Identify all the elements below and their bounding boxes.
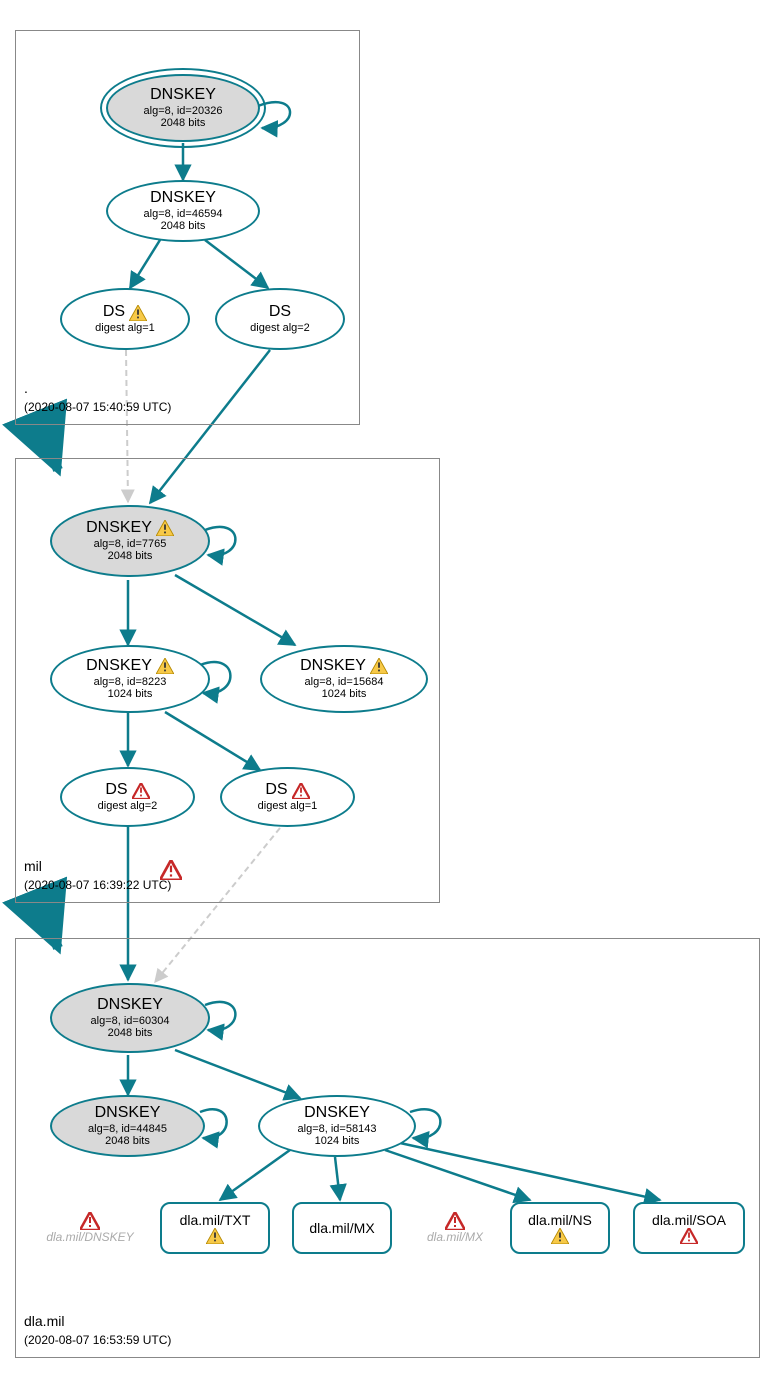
node-title: DNSKEY (86, 657, 174, 675)
node-root-ksk[interactable]: DNSKEY alg=8, id=20326 2048 bits (106, 74, 260, 142)
node-sub1: alg=8, id=7765 (94, 538, 167, 551)
node-rr-txt[interactable]: dla.mil/TXT (160, 1202, 270, 1254)
node-title: DS (265, 781, 309, 799)
node-sub1: alg=8, id=58143 (298, 1123, 377, 1136)
node-title: DNSKEY (95, 1104, 161, 1122)
ghost-dnskey: dla.mil/DNSKEY (35, 1212, 145, 1244)
node-root-zsk[interactable]: DNSKEY alg=8, id=46594 2048 bits (106, 180, 260, 242)
node-sub1: alg=8, id=60304 (91, 1015, 170, 1028)
ghost-mx: dla.mil/MX (415, 1212, 495, 1244)
warning-icon (206, 1228, 224, 1244)
ghost-label: dla.mil/DNSKEY (46, 1230, 133, 1244)
node-title: DS (103, 303, 147, 321)
node-sub1: digest alg=2 (250, 322, 310, 335)
node-sub1: digest alg=1 (258, 800, 318, 813)
node-rr-soa[interactable]: dla.mil/SOA (633, 1202, 745, 1254)
node-sub2: 2048 bits (161, 117, 206, 130)
node-dla-zsk1[interactable]: DNSKEY alg=8, id=44845 2048 bits (50, 1095, 205, 1157)
node-sub1: alg=8, id=44845 (88, 1123, 167, 1136)
node-sub2: 1024 bits (108, 688, 153, 701)
node-sub2: 1024 bits (315, 1135, 360, 1148)
warning-icon (551, 1228, 569, 1244)
node-sub1: digest alg=2 (98, 800, 158, 813)
node-title: DNSKEY (304, 1104, 370, 1122)
node-title: DNSKEY (97, 996, 163, 1014)
node-root-ds2[interactable]: DS digest alg=2 (215, 288, 345, 350)
node-title: DNSKEY (300, 657, 388, 675)
node-title: dla.mil/TXT (180, 1212, 251, 1228)
node-sub2: 2048 bits (105, 1135, 150, 1148)
node-mil-zsk2[interactable]: DNSKEY alg=8, id=15684 1024 bits (260, 645, 428, 713)
zone-root-timestamp: (2020-08-07 15:40:59 UTC) (24, 400, 171, 414)
node-sub1: alg=8, id=20326 (144, 105, 223, 118)
node-sub1: alg=8, id=46594 (144, 208, 223, 221)
zone-mil-error-icon (160, 860, 182, 885)
node-dla-zsk2[interactable]: DNSKEY alg=8, id=58143 1024 bits (258, 1095, 416, 1157)
node-mil-ksk[interactable]: DNSKEY alg=8, id=7765 2048 bits (50, 505, 210, 577)
error-icon (680, 1228, 698, 1244)
node-sub1: digest alg=1 (95, 322, 155, 335)
node-title: DS (105, 781, 149, 799)
warning-icon (129, 305, 147, 321)
node-title: DS (269, 303, 291, 321)
node-sub1: alg=8, id=8223 (94, 676, 167, 689)
node-mil-ds1[interactable]: DS digest alg=2 (60, 767, 195, 827)
node-title: dla.mil/SOA (652, 1212, 726, 1228)
node-sub1: alg=8, id=15684 (305, 676, 384, 689)
error-icon (292, 783, 310, 799)
zone-mil-label: mil (24, 858, 42, 874)
node-sub2: 2048 bits (108, 1027, 153, 1040)
node-sub2: 1024 bits (322, 688, 367, 701)
ghost-label: dla.mil/MX (427, 1230, 483, 1244)
node-sub2: 2048 bits (161, 220, 206, 233)
node-rr-mx[interactable]: dla.mil/MX (292, 1202, 392, 1254)
error-icon (445, 1212, 465, 1230)
node-title: DNSKEY (150, 86, 216, 104)
zone-root-label: . (24, 380, 28, 396)
node-title: dla.mil/NS (528, 1212, 592, 1228)
node-title: DNSKEY (86, 519, 174, 537)
node-rr-ns[interactable]: dla.mil/NS (510, 1202, 610, 1254)
warning-icon (156, 520, 174, 536)
node-mil-zsk1[interactable]: DNSKEY alg=8, id=8223 1024 bits (50, 645, 210, 713)
node-root-ds1[interactable]: DS digest alg=1 (60, 288, 190, 350)
error-icon (132, 783, 150, 799)
node-title: DNSKEY (150, 189, 216, 207)
zone-dla-timestamp: (2020-08-07 16:53:59 UTC) (24, 1333, 171, 1347)
node-title: dla.mil/MX (309, 1220, 374, 1236)
error-icon (80, 1212, 100, 1230)
warning-icon (156, 658, 174, 674)
zone-dla-label: dla.mil (24, 1313, 64, 1329)
zone-mil-timestamp: (2020-08-07 16:39:22 UTC) (24, 878, 171, 892)
node-dla-ksk[interactable]: DNSKEY alg=8, id=60304 2048 bits (50, 983, 210, 1053)
node-sub2: 2048 bits (108, 550, 153, 563)
warning-icon (370, 658, 388, 674)
node-mil-ds2[interactable]: DS digest alg=1 (220, 767, 355, 827)
